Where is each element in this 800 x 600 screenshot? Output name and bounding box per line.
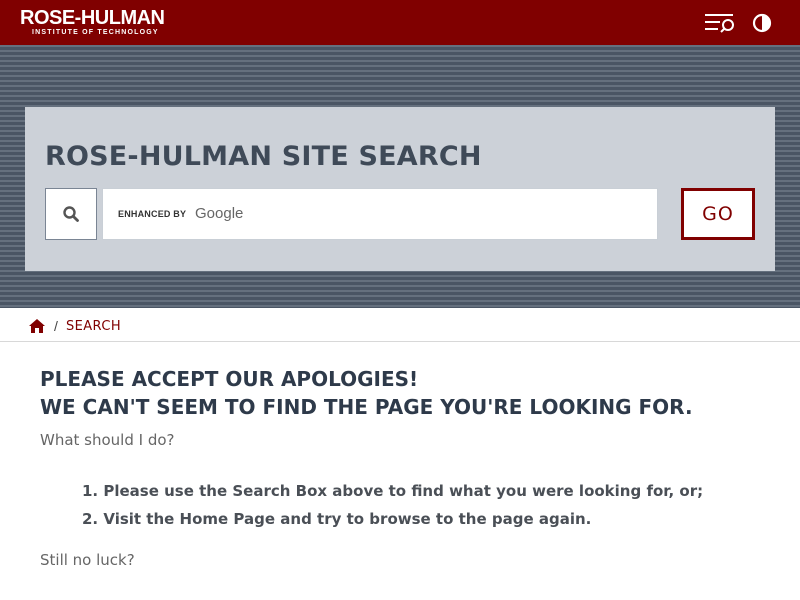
help-step: 1. Please use the Search Box above to fi…	[82, 482, 704, 500]
error-heading-line2: WE CAN'T SEEM TO FIND THE PAGE YOU'RE LO…	[40, 395, 693, 419]
search-icon-box[interactable]	[45, 188, 97, 240]
search-icon	[63, 206, 79, 222]
contrast-toggle-button[interactable]	[750, 11, 774, 35]
question-still-no-luck: Still no luck?	[40, 551, 135, 569]
search-title: ROSE-HULMAN SITE SEARCH	[45, 141, 482, 172]
breadcrumb-current[interactable]: SEARCH	[66, 319, 121, 334]
breadcrumb-separator: /	[54, 318, 58, 334]
site-logo[interactable]: ROSE-HULMAN INSTITUTE OF TECHNOLOGY	[20, 8, 165, 37]
go-button[interactable]: GO	[681, 188, 755, 240]
main-content: PLEASE ACCEPT OUR APOLOGIES! WE CAN'T SE…	[40, 365, 780, 569]
top-bar: ROSE-HULMAN INSTITUTE OF TECHNOLOGY	[0, 0, 800, 45]
breadcrumb: / SEARCH	[0, 308, 800, 342]
search-banner: ROSE-HULMAN SITE SEARCH ENHANCED BY Goog…	[0, 45, 800, 308]
search-input-box[interactable]: ENHANCED BY Google	[102, 188, 658, 240]
home-icon	[29, 319, 45, 333]
error-heading-line1: PLEASE ACCEPT OUR APOLOGIES!	[40, 367, 419, 391]
question-what-to-do: What should I do?	[40, 431, 175, 449]
search-menu-icon	[705, 14, 734, 33]
help-steps-list: 1. Please use the Search Box above to fi…	[82, 477, 703, 533]
search-panel: ROSE-HULMAN SITE SEARCH ENHANCED BY Goog…	[25, 107, 775, 271]
help-step: 2. Visit the Home Page and try to browse…	[82, 510, 592, 528]
logo-main-text: ROSE-HULMAN	[20, 7, 165, 29]
logo-sub-text: INSTITUTE OF TECHNOLOGY	[32, 29, 159, 36]
contrast-icon	[752, 13, 772, 33]
search-menu-button[interactable]	[700, 9, 740, 37]
search-input[interactable]	[103, 189, 657, 239]
breadcrumb-home-link[interactable]	[29, 319, 45, 333]
